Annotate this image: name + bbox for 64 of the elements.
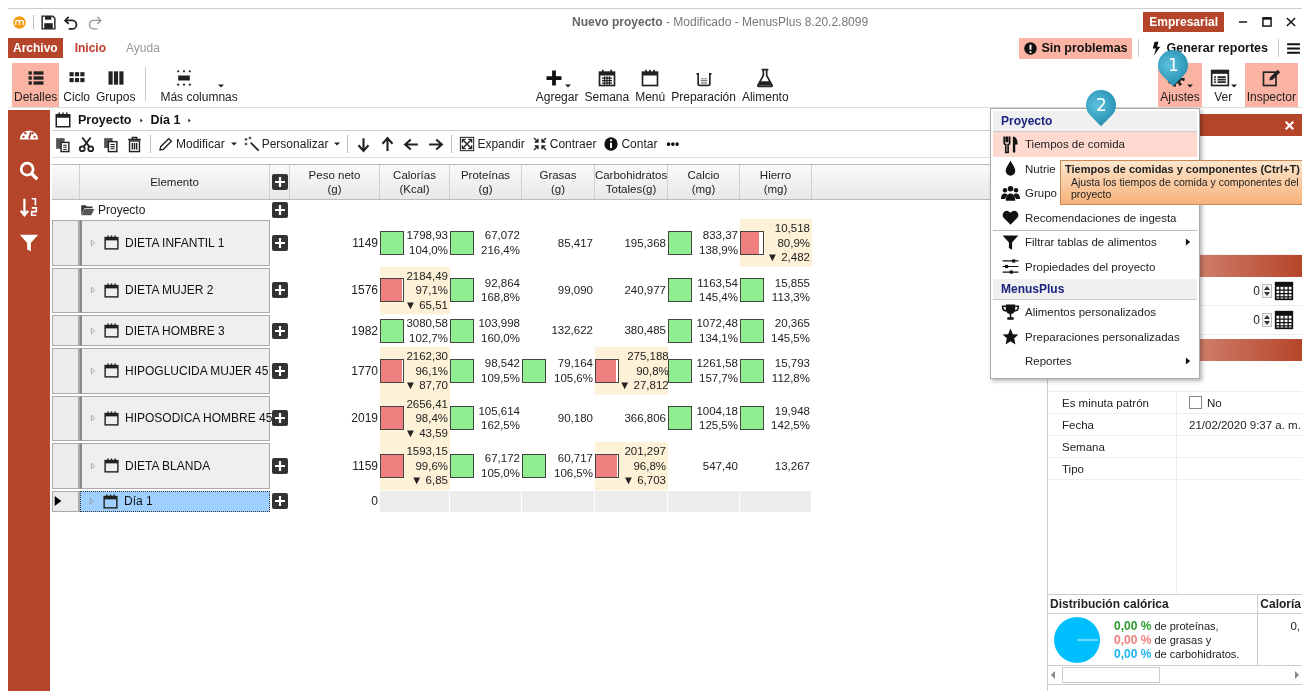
table-cell-text: 2019 (350, 411, 379, 426)
cell-value: 99,090 (557, 283, 593, 298)
table-cell-text: 1576 (350, 283, 379, 298)
cell-value: 1163,54 145,4% (697, 275, 738, 305)
percent-value: 0,00 % (1114, 647, 1152, 661)
legend-label: de proteínas, (1154, 620, 1219, 632)
cell-value: 15,793 112,8% (771, 356, 810, 386)
table-cell-text: 1982 (350, 323, 379, 338)
cell-value: 10,518 80,9% ▼ 2,482 (766, 221, 810, 265)
cell-value: 1004,18 125,5% (696, 403, 738, 433)
table-cell-text: 1159 (351, 458, 379, 473)
cell-value: 67,072 216,4% (481, 228, 520, 258)
cell-value: 19,948 142,5% (771, 403, 810, 433)
property-label: Semana (1048, 436, 1177, 457)
edition-badge: Empresarial (1143, 12, 1224, 32)
cell-value: 15,855 113,3% (771, 275, 810, 305)
percent-value: 0,00 % (1114, 619, 1152, 633)
cell-value: 380,485 (624, 323, 666, 338)
cell-value: 201,297 96,8% ▼ 6,703 (622, 444, 666, 488)
cell-value: 547,40 (702, 458, 738, 473)
property-label: Tipo (1048, 458, 1177, 479)
table-cell-text: 1149 (351, 235, 379, 250)
cell-value: 833,37 138,9% (699, 228, 738, 258)
cell-value: 1072,48 134,1% (696, 316, 738, 345)
property-value: No (1207, 396, 1222, 409)
cell-value: 2184,49 97,1% ▼ 65,51 (404, 268, 448, 312)
cell-value: 20,365 145,5% (771, 316, 810, 345)
menu-section-title: MenusPlus (993, 279, 1197, 300)
cell-value: 90,180 (557, 411, 593, 426)
cell-value: 105,614 162,5% (478, 403, 520, 433)
cell-value: 85,417 (557, 235, 593, 250)
table-cell-text: 1770 (350, 363, 379, 378)
cell-value: 1261,58 157,7% (696, 356, 738, 386)
legend-label: de grasas y (1154, 634, 1212, 646)
tooltip-text: Ajusta los tiempos de comida y componentes del proyecto (1070, 175, 1300, 201)
cell-value: 1798,93 104,0% (406, 228, 448, 258)
cell-value: 1593,15 99,6% ▼ 6,85 (406, 444, 448, 488)
cell-value: 60,717 106,5% (554, 451, 593, 481)
property-value: 21/02/2020 9:37 a. m. (1189, 418, 1301, 431)
cell-value: 366,806 (624, 411, 666, 426)
cell-value: 275,188 90,8% ▼ 27,812 (619, 349, 669, 393)
tooltip-title: Tiempos de comidas y componentes (Ctrl+T) (1065, 163, 1301, 176)
property-label: Es minuta patrón (1048, 392, 1177, 413)
percent-value: 0,00 % (1114, 633, 1152, 647)
cell-value: 0, (1289, 619, 1301, 632)
cell-value: 3080,58 102,7% (406, 316, 448, 345)
menu-section-title: Proyecto (993, 111, 1197, 132)
cell-value: 103,998 160,0% (478, 316, 520, 345)
property-label: Fecha (1048, 414, 1177, 435)
cell-value: 132,622 (551, 323, 593, 338)
table-cell-text: 0 (370, 494, 379, 508)
cell-value: 240,977 (624, 283, 666, 298)
cell-value: 13,267 (774, 458, 810, 473)
panel-title: Caloría (1258, 595, 1302, 614)
legend-label: de carbohidratos. (1154, 648, 1240, 660)
cell-value: 79,164 105,6% (554, 356, 593, 386)
window-title: Nuevo proyecto - Modificado - MenusPlus 8.20.2.8099 (572, 15, 870, 29)
cell-value: 92,864 168,8% (481, 275, 520, 305)
cell-value: 195,368 (624, 235, 666, 250)
cell-value: 98,542 109,5% (481, 356, 520, 386)
cell-value: 2656,41 98,4% ▼ 43,59 (404, 396, 448, 440)
cell-value: 2162,30 96,1% ▼ 87,70 (404, 349, 448, 393)
panel-title: Distribución calórica (1048, 595, 1258, 614)
cell-value: 67,172 105,0% (481, 451, 520, 481)
